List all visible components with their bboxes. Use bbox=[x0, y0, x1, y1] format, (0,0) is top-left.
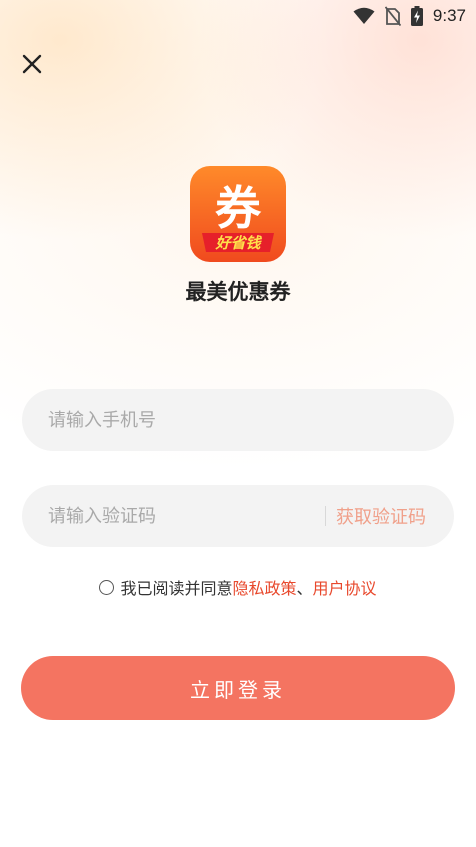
app-logo: 券 好省钱 bbox=[190, 166, 286, 262]
user-agreement-link[interactable]: 用户协议 bbox=[313, 575, 377, 599]
logo-subtitle: 好省钱 bbox=[214, 234, 262, 252]
get-code-button[interactable]: 获取验证码 bbox=[336, 503, 426, 529]
agreement-checkbox[interactable] bbox=[99, 579, 115, 595]
agreement-prefix: 我已阅读并同意 bbox=[120, 579, 233, 598]
verification-code-input[interactable] bbox=[46, 504, 325, 528]
logo-glyph: 券 bbox=[215, 181, 262, 235]
verification-code-field[interactable]: 获取验证码 bbox=[22, 485, 454, 547]
status-bar: 9:37 bbox=[353, 4, 466, 28]
app-name: 最美优惠券 bbox=[185, 280, 291, 304]
no-sim-icon bbox=[384, 6, 401, 26]
close-icon bbox=[22, 54, 42, 74]
battery-charging-icon bbox=[410, 6, 423, 26]
agreement-separator: 、 bbox=[296, 579, 313, 598]
login-button[interactable]: 立即登录 bbox=[21, 656, 455, 720]
close-button[interactable] bbox=[17, 49, 47, 79]
field-divider bbox=[325, 506, 326, 526]
wifi-icon bbox=[353, 7, 375, 25]
phone-input[interactable] bbox=[46, 408, 454, 432]
status-time: 9:37 bbox=[432, 6, 466, 25]
privacy-policy-link[interactable]: 隐私政策 bbox=[232, 575, 296, 599]
agreement-row: 我已阅读并同意 隐私政策 、 用户协议 bbox=[0, 575, 476, 599]
phone-field[interactable] bbox=[22, 389, 454, 451]
